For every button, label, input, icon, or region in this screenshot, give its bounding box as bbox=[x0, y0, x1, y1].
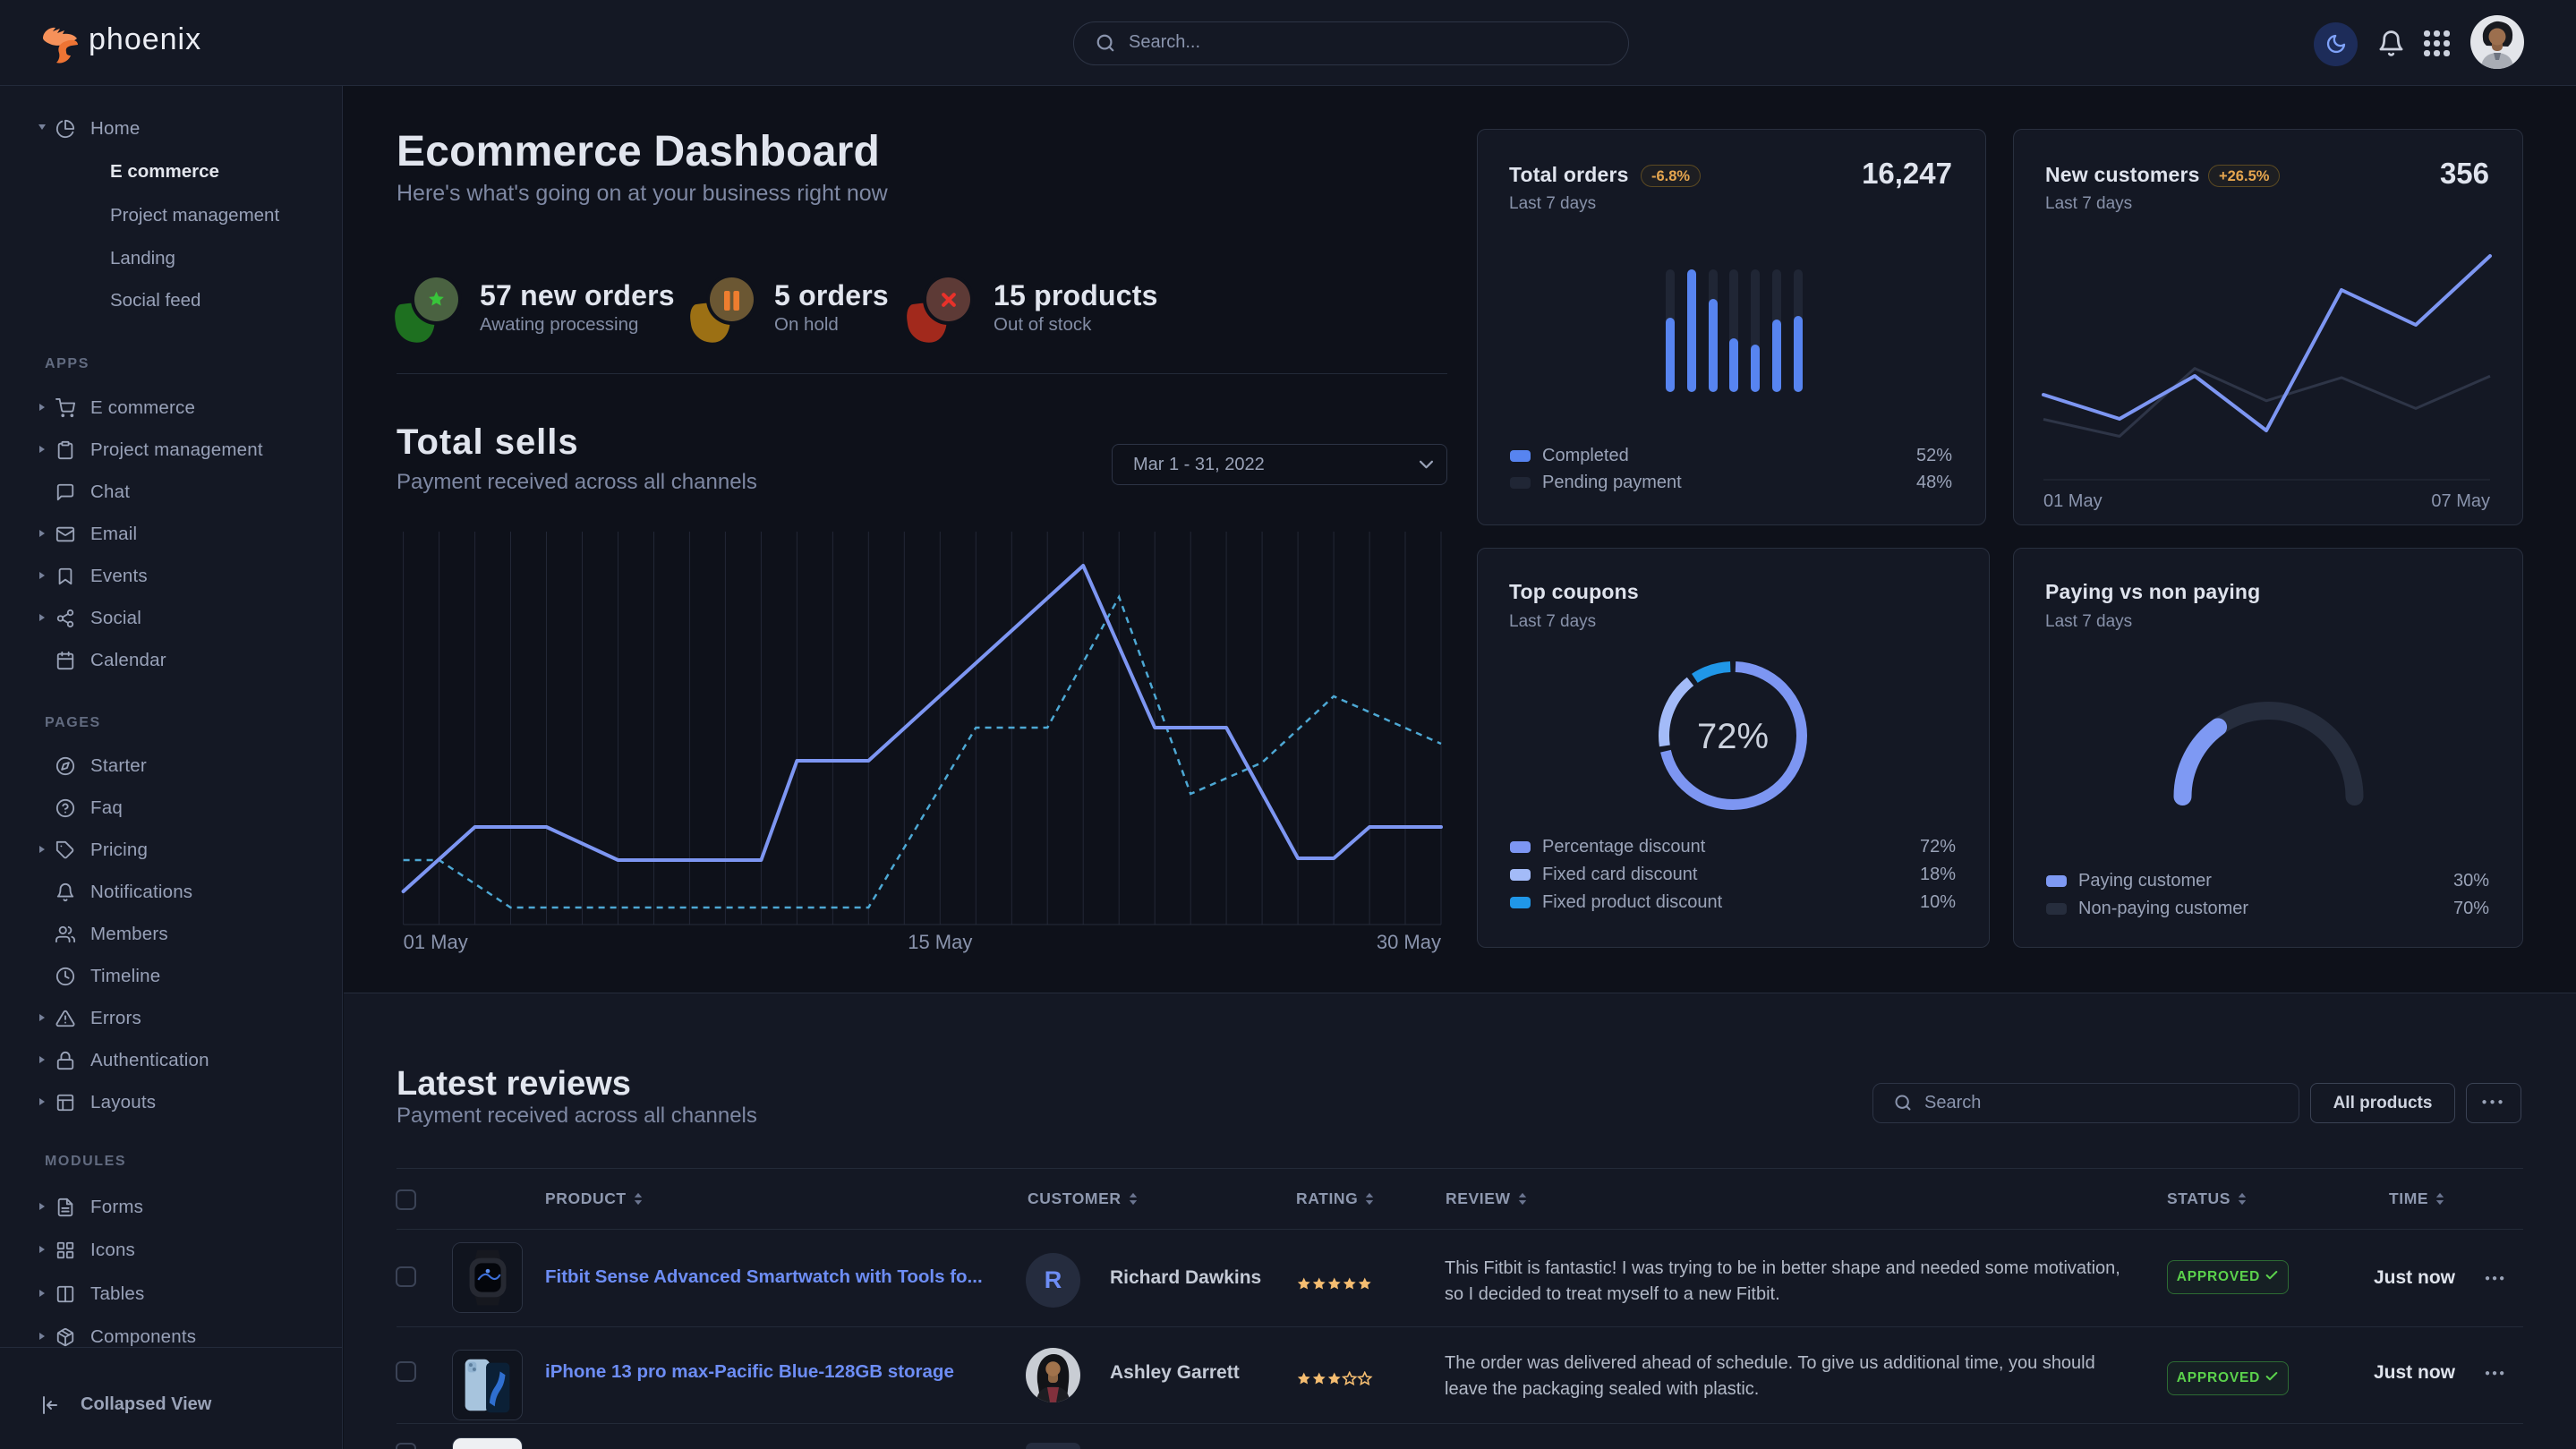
svg-text:15 May: 15 May bbox=[908, 931, 972, 953]
svg-text:01 May: 01 May bbox=[2043, 491, 2103, 510]
svg-text:01 May: 01 May bbox=[404, 931, 468, 953]
svg-text:07 May: 07 May bbox=[2431, 491, 2490, 510]
svg-text:30 May: 30 May bbox=[1377, 931, 1441, 953]
svg-text:72%: 72% bbox=[1697, 717, 1769, 756]
